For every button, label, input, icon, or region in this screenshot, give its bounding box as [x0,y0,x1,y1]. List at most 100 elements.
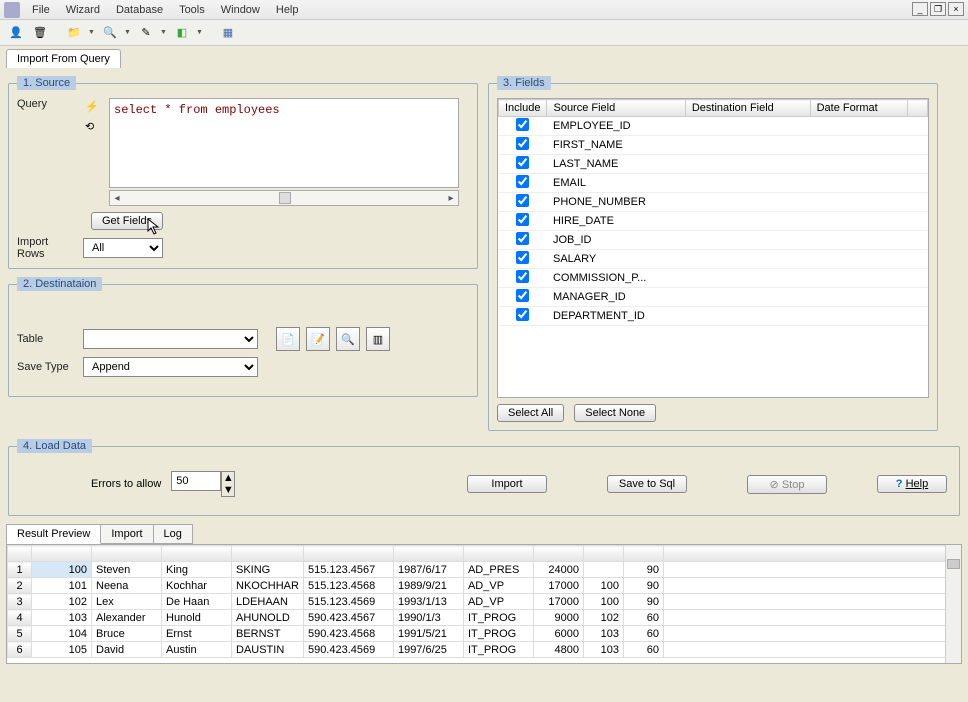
dropdown-icon[interactable]: ▼ [88,29,96,36]
grid-cell[interactable]: 105 [32,642,92,658]
dropdown-icon[interactable]: ▼ [160,29,168,36]
include-checkbox[interactable] [516,251,529,264]
vscrollbar[interactable] [945,545,961,663]
restore-button[interactable]: ❐ [930,2,946,16]
tool-delete-icon[interactable]: 🗑 [30,23,50,43]
grid-cell[interactable]: 17000 [533,594,583,610]
grid-cell[interactable]: David [92,642,162,658]
view-table-icon[interactable]: 🔍 [336,327,360,351]
grid-cell[interactable]: 103 [583,626,623,642]
menu-wizard[interactable]: Wizard [58,2,108,18]
menu-help[interactable]: Help [268,2,307,18]
grid-cell[interactable]: 103 [32,610,92,626]
grid-cell[interactable]: DAUSTIN [232,642,304,658]
grid-row[interactable]: 2101NeenaKochharNKOCHHAR515.123.45681989… [8,578,961,594]
grid-row[interactable]: 5104BruceErnstBERNST590.423.45681991/5/2… [8,626,961,642]
tool-search-icon[interactable]: 🔍 [100,23,120,43]
tool-wand-icon[interactable]: ✎ [136,23,156,43]
import-rows-select[interactable]: All [83,238,163,258]
new-table-icon[interactable]: 📄 [276,327,300,351]
field-row[interactable]: SALARY [499,250,928,269]
grid-cell[interactable]: BERNST [232,626,304,642]
grid-cell[interactable]: AD_VP [463,578,533,594]
include-checkbox[interactable] [516,308,529,321]
menu-window[interactable]: Window [213,2,268,18]
select-all-button[interactable]: Select All [497,404,564,422]
grid-cell[interactable]: IT_PROG [463,642,533,658]
dropdown-icon[interactable]: ▼ [124,29,132,36]
grid-cell[interactable]: 590.423.4568 [303,626,393,642]
grid-cell[interactable]: 1987/6/17 [393,562,463,578]
grid-cell[interactable]: 103 [583,642,623,658]
result-grid[interactable]: 1100StevenKingSKING515.123.45671987/6/17… [6,544,962,664]
get-fields-button[interactable]: Get Fields [91,212,163,230]
include-checkbox[interactable] [516,118,529,131]
field-row[interactable]: LAST_NAME [499,155,928,174]
field-row[interactable]: EMAIL [499,174,928,193]
include-checkbox[interactable] [516,156,529,169]
grid-cell[interactable]: AHUNOLD [232,610,304,626]
col-date-format[interactable]: Date Format [810,100,907,117]
menu-database[interactable]: Database [108,2,171,18]
grid-cell[interactable]: Ernst [162,626,232,642]
col-source-field[interactable]: Source Field [547,100,685,117]
grid-cell[interactable]: Bruce [92,626,162,642]
menu-file[interactable]: File [24,2,58,18]
table-select[interactable] [83,329,258,349]
grid-cell[interactable]: 515.123.4568 [303,578,393,594]
col-include[interactable]: Include [499,100,547,117]
field-row[interactable]: HIRE_DATE [499,212,928,231]
dropdown-icon[interactable]: ▼ [196,29,204,36]
include-checkbox[interactable] [516,289,529,302]
edit-table-icon[interactable]: 📝 [306,327,330,351]
field-row[interactable]: FIRST_NAME [499,136,928,155]
grid-cell[interactable]: 1997/6/25 [393,642,463,658]
grid-cell[interactable] [583,562,623,578]
grid-cell[interactable]: 6000 [533,626,583,642]
grid-cell[interactable]: 1993/1/13 [393,594,463,610]
tab-log[interactable]: Log [153,524,193,544]
grid-cell[interactable]: 1990/1/3 [393,610,463,626]
grid-cell[interactable]: LDEHAAN [232,594,304,610]
save-to-sql-button[interactable]: Save to Sql [607,475,687,493]
grid-row[interactable]: 1100StevenKingSKING515.123.45671987/6/17… [8,562,961,578]
scroll-right-icon[interactable]: ▸ [444,191,458,205]
close-button[interactable]: × [948,2,964,16]
grid-cell[interactable]: 100 [583,578,623,594]
grid-cell[interactable]: 9000 [533,610,583,626]
stop-button[interactable]: ⊘ Stop [747,475,827,494]
grid-cell[interactable]: AD_VP [463,594,533,610]
include-checkbox[interactable] [516,175,529,188]
spin-down-icon[interactable]: ▼ [222,484,234,496]
field-row[interactable]: DEPARTMENT_ID [499,307,928,326]
col-destination-field[interactable]: Destination Field [685,100,810,117]
grid-cell[interactable]: 24000 [533,562,583,578]
columns-icon[interactable]: ▥ [366,327,390,351]
loop-icon[interactable]: ⟲ [85,120,101,136]
grid-cell[interactable]: 90 [623,562,663,578]
scroll-thumb[interactable] [947,559,960,569]
query-textarea[interactable]: select * from employees [109,98,459,188]
save-type-select[interactable]: Append [83,357,258,377]
errors-input[interactable] [171,471,221,491]
grid-cell[interactable]: Steven [92,562,162,578]
grid-cell[interactable]: Lex [92,594,162,610]
menu-tools[interactable]: Tools [171,2,213,18]
tool-green-icon[interactable]: ◧ [172,23,192,43]
tab-result-preview[interactable]: Result Preview [6,524,101,544]
spin-up-icon[interactable]: ▲ [222,472,234,484]
grid-cell[interactable]: NKOCHHAR [232,578,304,594]
tool-user-icon[interactable]: 👤 [6,23,26,43]
field-row[interactable]: COMMISSION_P... [499,269,928,288]
include-checkbox[interactable] [516,270,529,283]
grid-cell[interactable]: 4800 [533,642,583,658]
grid-cell[interactable]: 590.423.4567 [303,610,393,626]
scroll-thumb[interactable] [279,192,291,204]
include-checkbox[interactable] [516,232,529,245]
tab-import-from-query[interactable]: Import From Query [6,49,121,68]
include-checkbox[interactable] [516,137,529,150]
import-button[interactable]: Import [467,475,547,493]
grid-cell[interactable]: 60 [623,610,663,626]
grid-cell[interactable]: IT_PROG [463,626,533,642]
grid-cell[interactable]: Alexander [92,610,162,626]
